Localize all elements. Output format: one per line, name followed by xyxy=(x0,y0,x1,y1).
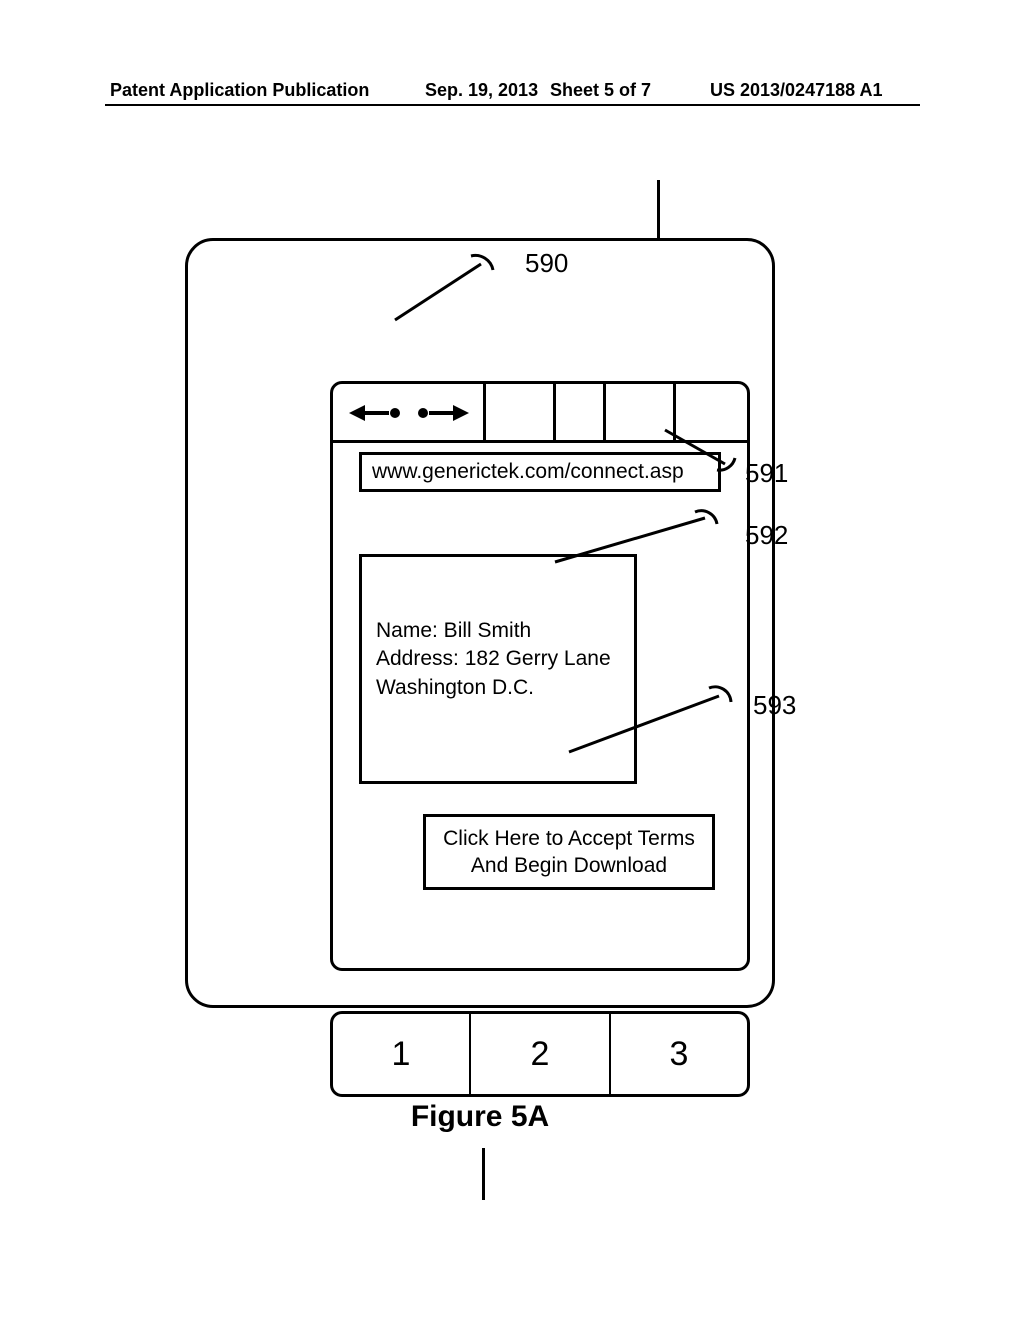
header-rule xyxy=(105,104,920,106)
ref-leader-592 xyxy=(555,510,735,570)
forward-icon[interactable] xyxy=(415,404,469,422)
figure-area: www.generictek.com/connect.asp Name: Bil… xyxy=(135,180,885,1200)
key-2[interactable]: 2 xyxy=(470,1011,610,1097)
form-address-line: Address: 182 Gerry Lane xyxy=(376,645,620,673)
accept-download-button[interactable]: Click Here to Accept Terms And Begin Dow… xyxy=(423,814,715,890)
back-icon[interactable] xyxy=(349,404,403,422)
header-sheet: Sheet 5 of 7 xyxy=(550,80,651,101)
ref-591: 591 xyxy=(745,458,788,489)
caption-lead-line xyxy=(482,1148,485,1200)
device-outline: www.generictek.com/connect.asp Name: Bil… xyxy=(185,238,775,1008)
ref-590: 590 xyxy=(525,248,568,279)
toolbar-sep xyxy=(553,384,556,440)
ref-593: 593 xyxy=(753,690,796,721)
toolbar-sep xyxy=(603,384,606,440)
device-lead-line xyxy=(657,180,660,238)
header-publication-type: Patent Application Publication xyxy=(110,80,369,101)
header-pub-number: US 2013/0247188 A1 xyxy=(710,80,882,101)
form-name-line: Name: Bill Smith xyxy=(376,617,620,645)
ref-leader-593 xyxy=(569,686,749,756)
header-date: Sep. 19, 2013 xyxy=(425,80,538,101)
key-row: 1 2 3 xyxy=(330,1011,750,1097)
toolbar-sep xyxy=(483,384,486,440)
ref-592: 592 xyxy=(745,520,788,551)
ref-leader-590 xyxy=(395,252,515,322)
key-3[interactable]: 3 xyxy=(610,1011,750,1097)
figure-caption: Figure 5A xyxy=(135,1100,825,1134)
page-root: Patent Application Publication Sep. 19, … xyxy=(0,0,1024,1320)
ref-leader-591 xyxy=(665,430,755,480)
key-1[interactable]: 1 xyxy=(330,1011,470,1097)
